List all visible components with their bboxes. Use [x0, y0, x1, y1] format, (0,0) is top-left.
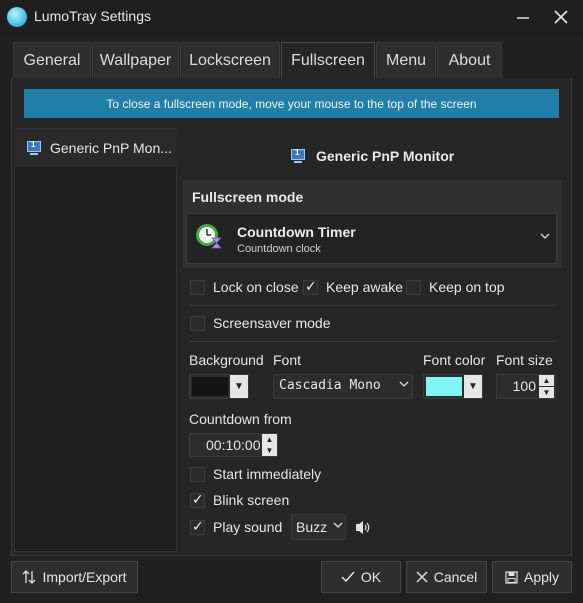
ok-label: OK — [360, 569, 382, 585]
clock-hourglass-icon — [196, 224, 222, 249]
chevron-down-icon — [399, 381, 409, 387]
lock-on-close-label: Lock on close — [213, 279, 299, 295]
apply-label: Apply — [523, 569, 560, 585]
blink-screen-label: Blink screen — [213, 492, 290, 508]
cancel-label: Cancel — [433, 569, 478, 585]
cancel-button[interactable]: Cancel — [406, 561, 487, 593]
fullscreen-mode-description: Countdown clock — [237, 243, 321, 255]
tab-wallpaper[interactable]: Wallpaper — [92, 42, 179, 78]
background-color-swatch — [192, 377, 228, 396]
monitor-title: Generic PnP Monitor — [316, 148, 455, 164]
save-disk-icon — [505, 570, 518, 584]
ok-button[interactable]: OK — [321, 561, 401, 593]
import-export-icon — [23, 570, 36, 584]
keep-on-top-checkbox[interactable] — [406, 280, 421, 295]
spin-up-icon[interactable]: ▲ — [262, 434, 277, 445]
window-title: LumoTray Settings — [34, 8, 151, 24]
font-color-label: Font color — [423, 352, 486, 368]
countdown-time-value: 00:10:00 — [206, 437, 261, 453]
background-label: Background — [189, 352, 264, 368]
screensaver-mode-label: Screensaver mode — [213, 315, 331, 331]
apply-button[interactable]: Apply — [492, 561, 572, 593]
sound-value: Buzz — [296, 519, 328, 535]
lock-on-close-checkbox[interactable] — [190, 280, 205, 295]
font-color-swatch — [426, 377, 462, 396]
divider — [189, 341, 556, 342]
keep-awake-checkbox[interactable] — [303, 278, 318, 295]
tab-general[interactable]: General — [13, 42, 91, 78]
keep-awake-label: Keep awake — [326, 279, 404, 295]
divider — [189, 305, 556, 306]
speaker-icon[interactable] — [353, 520, 373, 535]
screensaver-mode-checkbox[interactable] — [190, 316, 205, 331]
font-value: Cascadia Mono — [279, 378, 381, 393]
info-banner: To close a fullscreen mode, move your mo… — [24, 89, 559, 118]
import-export-button[interactable]: Import/Export — [11, 561, 138, 593]
close-button[interactable] — [550, 6, 572, 28]
spin-up-icon[interactable]: ▲ — [539, 375, 554, 386]
checkmark-icon — [341, 571, 355, 583]
minimize-button[interactable] — [512, 6, 534, 28]
tab-fullscreen[interactable]: Fullscreen — [281, 42, 375, 79]
start-immediately-label: Start immediately — [213, 466, 322, 482]
blink-screen-checkbox[interactable] — [190, 491, 205, 508]
tab-menu[interactable]: Menu — [376, 42, 436, 78]
tab-about[interactable]: About — [437, 42, 502, 78]
fullscreen-mode-name: Countdown Timer — [237, 224, 356, 240]
chevron-down-icon — [540, 233, 550, 239]
chevron-down-icon[interactable]: ▼ — [464, 375, 482, 398]
spin-down-icon[interactable]: ▼ — [262, 445, 277, 456]
fullscreen-mode-heading: Fullscreen mode — [192, 189, 304, 205]
font-size-label: Font size — [496, 352, 553, 368]
cancel-x-icon — [416, 571, 428, 583]
app-logo-icon — [7, 7, 27, 27]
countdown-from-label: Countdown from — [189, 411, 292, 427]
monitor-list[interactable] — [14, 128, 177, 552]
start-immediately-checkbox[interactable] — [190, 467, 205, 482]
spin-down-icon[interactable]: ▼ — [539, 387, 554, 398]
keep-on-top-label: Keep on top — [429, 279, 505, 295]
minimize-icon — [517, 17, 529, 19]
play-sound-checkbox[interactable] — [190, 518, 205, 535]
close-icon — [554, 10, 568, 24]
tab-lockscreen[interactable]: Lockscreen — [180, 42, 280, 78]
chevron-down-icon[interactable]: ▼ — [230, 375, 248, 398]
font-label: Font — [273, 352, 302, 368]
chevron-down-icon — [333, 522, 343, 528]
import-export-label: Import/Export — [42, 569, 127, 585]
font-size-value: 100 — [512, 378, 536, 394]
monitor-list-label: Generic PnP Mon... — [50, 140, 172, 156]
play-sound-label: Play sound — [213, 519, 283, 535]
